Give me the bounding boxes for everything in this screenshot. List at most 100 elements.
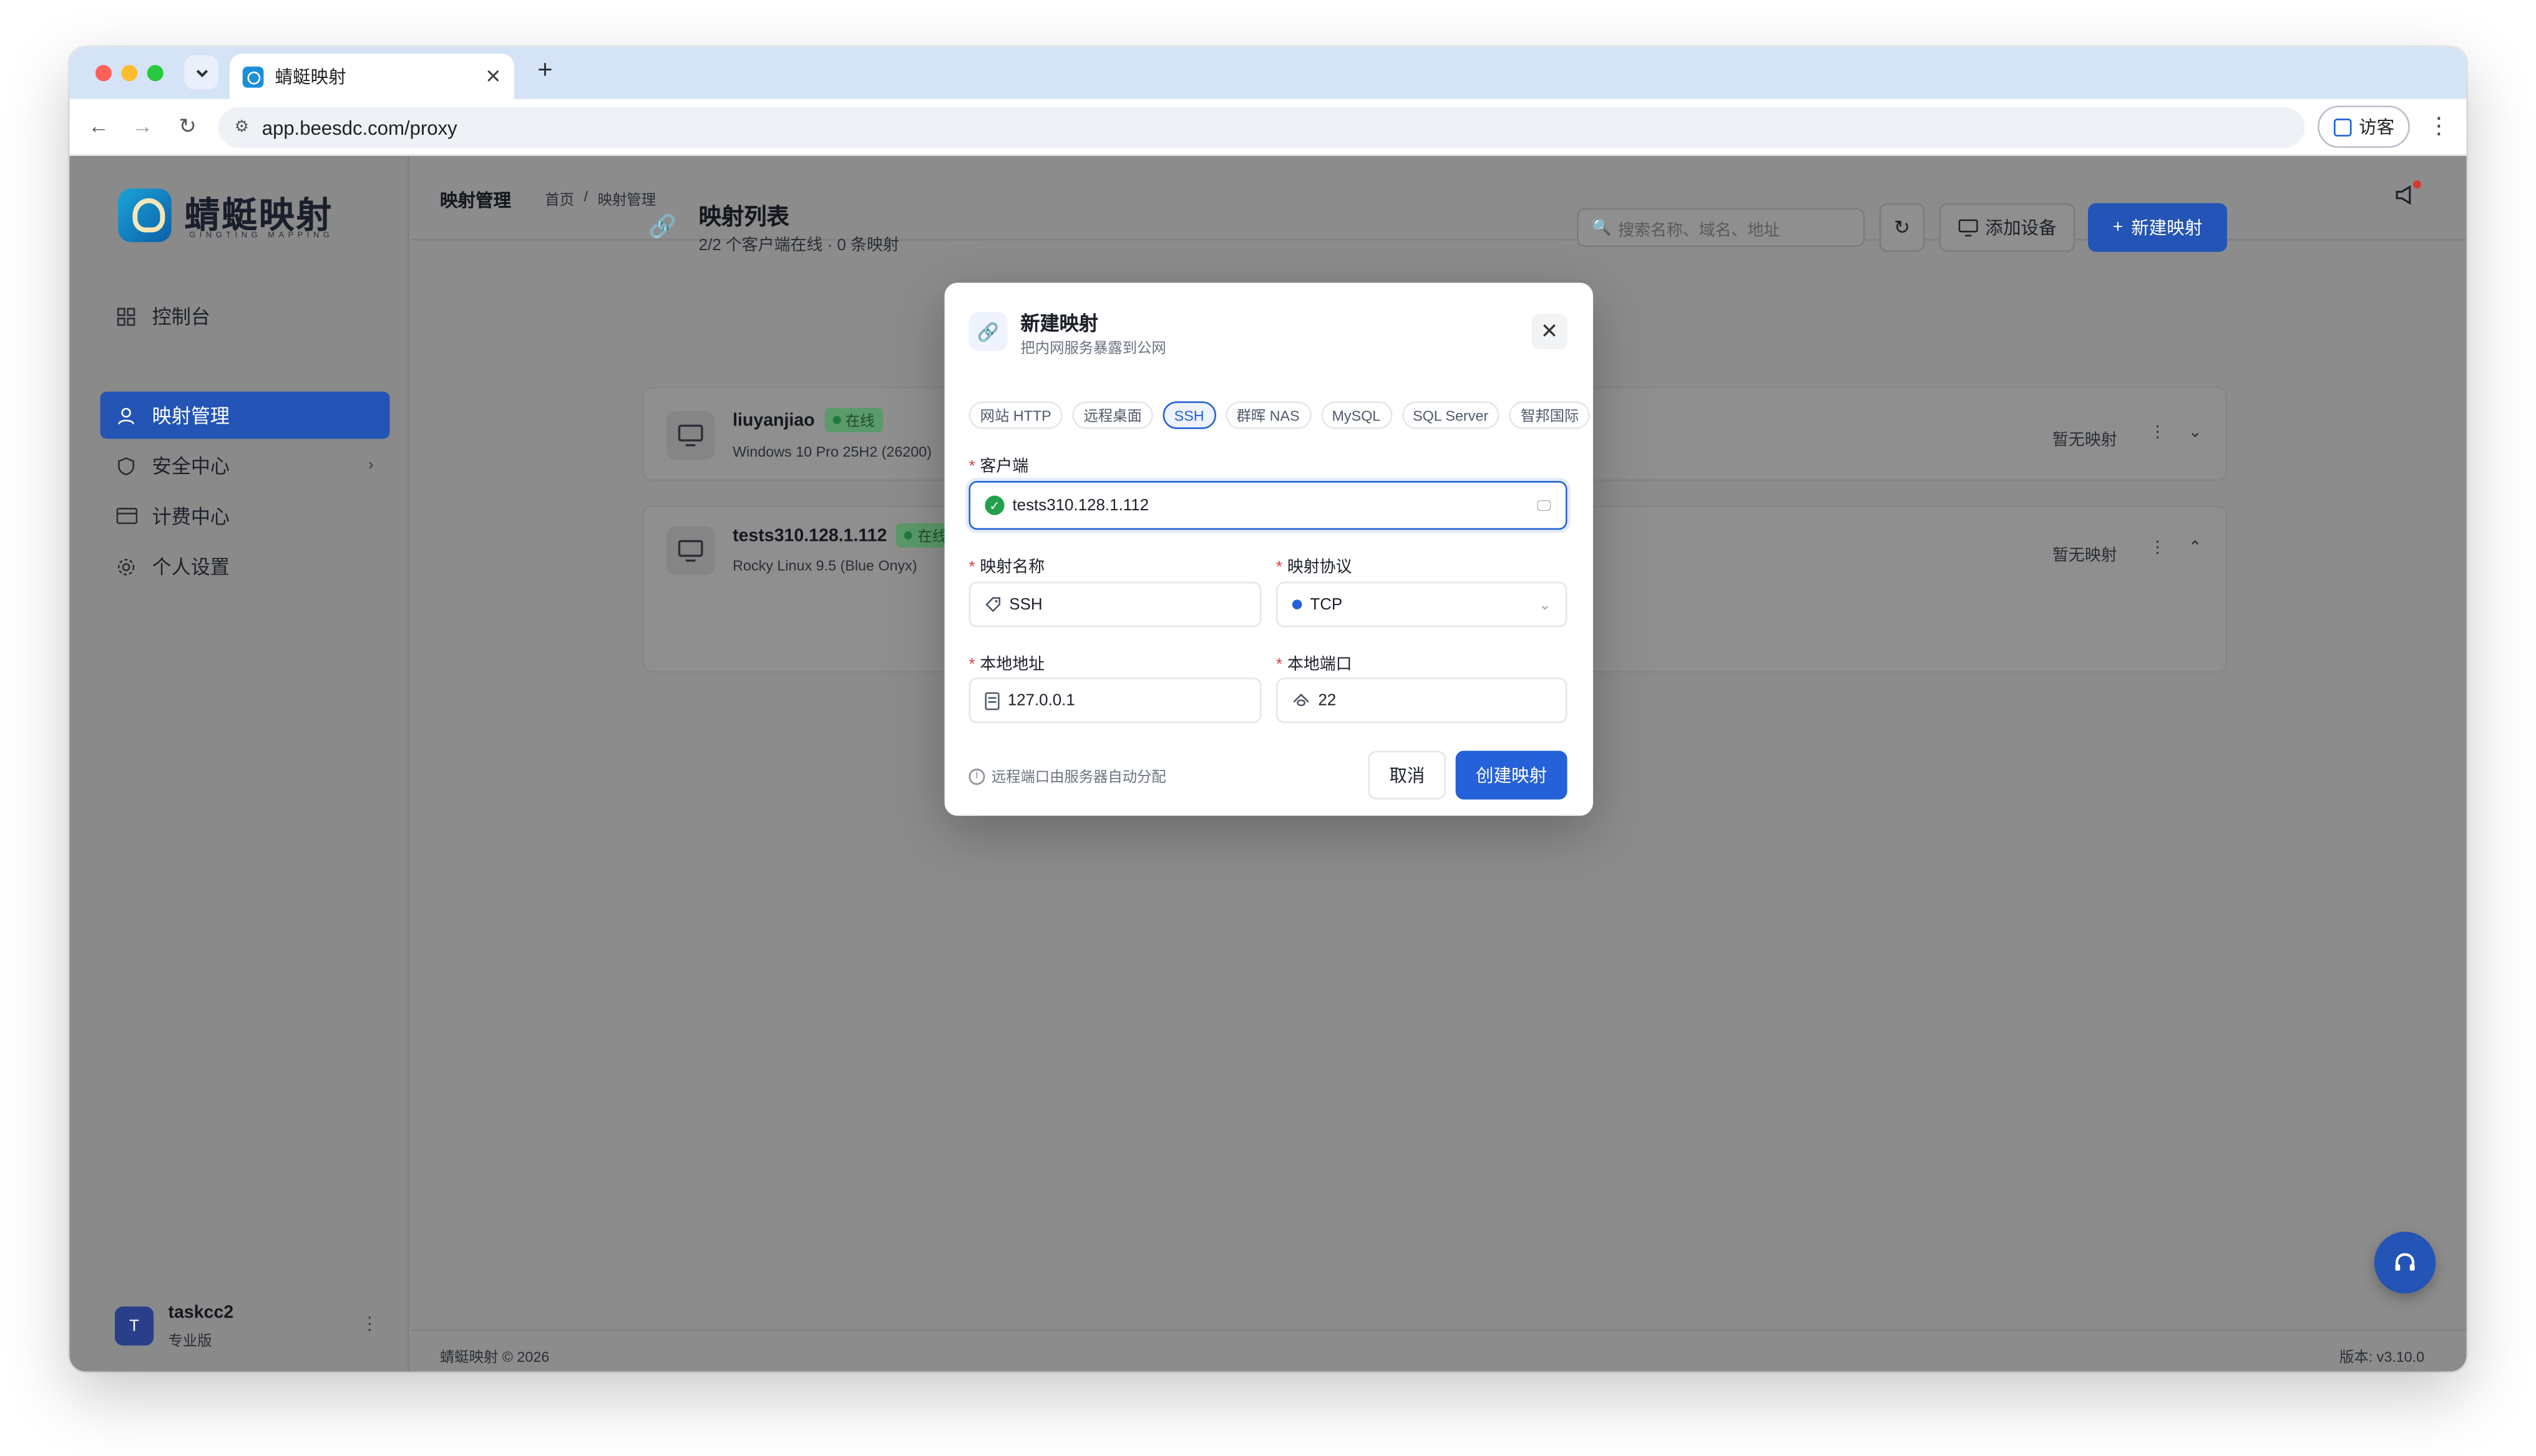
client-mapping-status: 暂无映射 (2052, 547, 2117, 566)
chevron-down-icon[interactable]: ⌄ (2188, 424, 2202, 442)
forward-arrow-icon[interactable]: → (128, 114, 157, 138)
required-mark: * (968, 559, 975, 577)
protocol-select[interactable]: TCP ⌄ (1275, 581, 1568, 628)
local-address-input[interactable]: 127.0.0.1 (968, 677, 1262, 724)
new-mapping-dialog: 🔗 新建映射 把内网服务暴露到公网 ✕ 网站 HTTP 远程桌面 SSH 群晖 … (944, 283, 1593, 816)
required-mark: * (1275, 656, 1283, 675)
required-mark: * (968, 458, 975, 477)
browser-tab-active[interactable]: 蜻蜓映射 ✕ (230, 53, 515, 99)
back-arrow-icon[interactable]: ← (84, 114, 114, 138)
list-subtitle: 2/2 个客户端在线 · 0 条映射 (698, 237, 899, 255)
support-button[interactable] (2374, 1231, 2436, 1294)
local-port-input[interactable]: 22 (1275, 677, 1568, 724)
tab-search-button[interactable] (184, 55, 218, 90)
breadcrumb: 首页 / 映射管理 (545, 188, 656, 210)
add-device-label: 添加设备 (1985, 219, 2057, 239)
sidebar-item-label: 安全中心 (152, 455, 230, 478)
mapping-name-input[interactable]: SSH (968, 581, 1262, 628)
create-mapping-button[interactable]: 创建映射 (1455, 750, 1568, 800)
computer-icon (666, 526, 715, 576)
address-bar[interactable]: ⚙ app.beesdc.com/proxy (218, 107, 2305, 148)
client-name-text: liuyanjiao (733, 410, 815, 430)
tab-title: 蜻蜓映射 (275, 68, 346, 88)
client-mapping-status: 暂无映射 (2052, 432, 2117, 450)
breadcrumb-home[interactable]: 首页 (545, 188, 574, 210)
sidebar-item-mapping[interactable]: 映射管理 (100, 391, 390, 439)
preset-ssh[interactable]: SSH (1163, 401, 1216, 429)
search-icon: 🔍 (1591, 218, 1612, 237)
sidebar-item-billing[interactable]: 计费中心 (100, 492, 390, 540)
plus-icon: + (2112, 218, 2124, 238)
search-input[interactable]: 🔍 搜索名称、域名、地址 (1577, 208, 1865, 247)
browser-menu-icon[interactable]: ⋮ (2427, 112, 2450, 140)
sidebar-item-security[interactable]: 安全中心 › (100, 442, 390, 490)
status-dot (832, 415, 841, 424)
port-icon (1293, 693, 1309, 707)
browser-tab-bar: 蜻蜓映射 ✕ + (69, 47, 2467, 99)
sidebar-item-label: 计费中心 (152, 505, 230, 528)
refresh-button[interactable]: ↻ (1879, 203, 1925, 252)
chevron-down-icon: ⌄ (1538, 595, 1551, 612)
preset-http[interactable]: 网站 HTTP (968, 401, 1063, 429)
maximize-window-button[interactable] (147, 65, 163, 82)
sidebar-item-settings[interactable]: 个人设置 (100, 543, 390, 590)
shield-icon (115, 454, 137, 477)
card-icon (115, 505, 137, 527)
tab-close-icon[interactable]: ✕ (485, 65, 501, 87)
new-tab-button[interactable]: + (529, 57, 562, 86)
close-window-button[interactable] (95, 65, 112, 82)
preset-nas[interactable]: 群晖 NAS (1225, 401, 1311, 429)
protocol-value: TCP (1310, 595, 1343, 614)
list-title: 映射列表 (698, 203, 789, 230)
grid-icon (115, 304, 137, 327)
close-icon: ✕ (1540, 318, 1559, 343)
headset-icon (2395, 1253, 2415, 1271)
client-label-text: 客户端 (980, 458, 1029, 477)
preset-remote-desktop[interactable]: 远程桌面 (1072, 401, 1153, 429)
local-port-label-text: 本地端口 (1287, 656, 1352, 675)
local-port-label: * 本地端口 (1276, 650, 1352, 674)
name-label-text: 映射名称 (980, 559, 1045, 577)
client-select-value: tests310.128.1.112 (1012, 496, 1149, 515)
close-dialog-button[interactable]: ✕ (1531, 313, 1568, 350)
local-address-label-text: 本地地址 (980, 656, 1045, 675)
announcement-icon[interactable] (2394, 183, 2416, 206)
tag-icon (985, 597, 1001, 613)
dialog-subtitle: 把内网服务暴露到公网 (1020, 339, 1166, 356)
client-more-icon[interactable]: ⋮ (2150, 540, 2166, 558)
chevron-right-icon: › (368, 456, 374, 475)
chevron-up-icon[interactable]: ⌃ (2188, 540, 2202, 558)
preset-zhibang[interactable]: 智邦国际 (1509, 401, 1591, 429)
status-badge: 在线 (824, 407, 883, 432)
client-os: Windows 10 Pro 25H2 (26200) (733, 444, 932, 460)
preset-sqlserver[interactable]: SQL Server (1401, 401, 1500, 429)
monitor-icon (1958, 218, 1978, 236)
avatar[interactable]: T (115, 1306, 154, 1346)
chevron-down-icon (195, 69, 207, 77)
screenshot-canvas: 蜻蜓映射 ✕ + ← → ↻ ⚙ app.beesdc.com/proxy 访客… (0, 0, 2536, 1456)
local-address-value: 127.0.0.1 (1007, 691, 1075, 710)
check-icon: ✓ (985, 495, 1005, 515)
reload-icon[interactable]: ↻ (173, 114, 202, 140)
new-mapping-label: 新建映射 (2131, 219, 2203, 239)
cancel-button[interactable]: 取消 (1368, 750, 1446, 800)
client-more-icon[interactable]: ⋮ (2150, 424, 2166, 442)
preset-mysql[interactable]: MySQL (1320, 401, 1392, 429)
link-icon: 🔗 (968, 312, 1008, 351)
user-menu-icon[interactable]: ⋮ (361, 1313, 379, 1334)
protocol-dot (1292, 599, 1302, 609)
breadcrumb-current: 映射管理 (597, 192, 656, 208)
mapping-name-value: SSH (1009, 595, 1043, 614)
new-mapping-button[interactable]: + 新建映射 (2088, 203, 2227, 252)
site-settings-icon[interactable]: ⚙ (235, 119, 249, 137)
required-mark: * (1275, 559, 1283, 577)
add-device-button[interactable]: 添加设备 (1939, 203, 2075, 252)
client-os: Rocky Linux 9.5 (Blue Onyx) (733, 557, 917, 574)
notification-dot (2412, 180, 2421, 189)
minimize-window-button[interactable] (121, 65, 138, 82)
sidebar-item-dashboard[interactable]: 控制台 (100, 293, 390, 340)
browser-toolbar: ← → ↻ ⚙ app.beesdc.com/proxy 访客 ⋮ (69, 99, 2467, 157)
client-name-text: tests310.128.1.112 (733, 525, 887, 545)
guest-profile-button[interactable]: 访客 (2318, 105, 2410, 148)
client-select[interactable]: ✓ tests310.128.1.112 🖵 (968, 481, 1568, 530)
